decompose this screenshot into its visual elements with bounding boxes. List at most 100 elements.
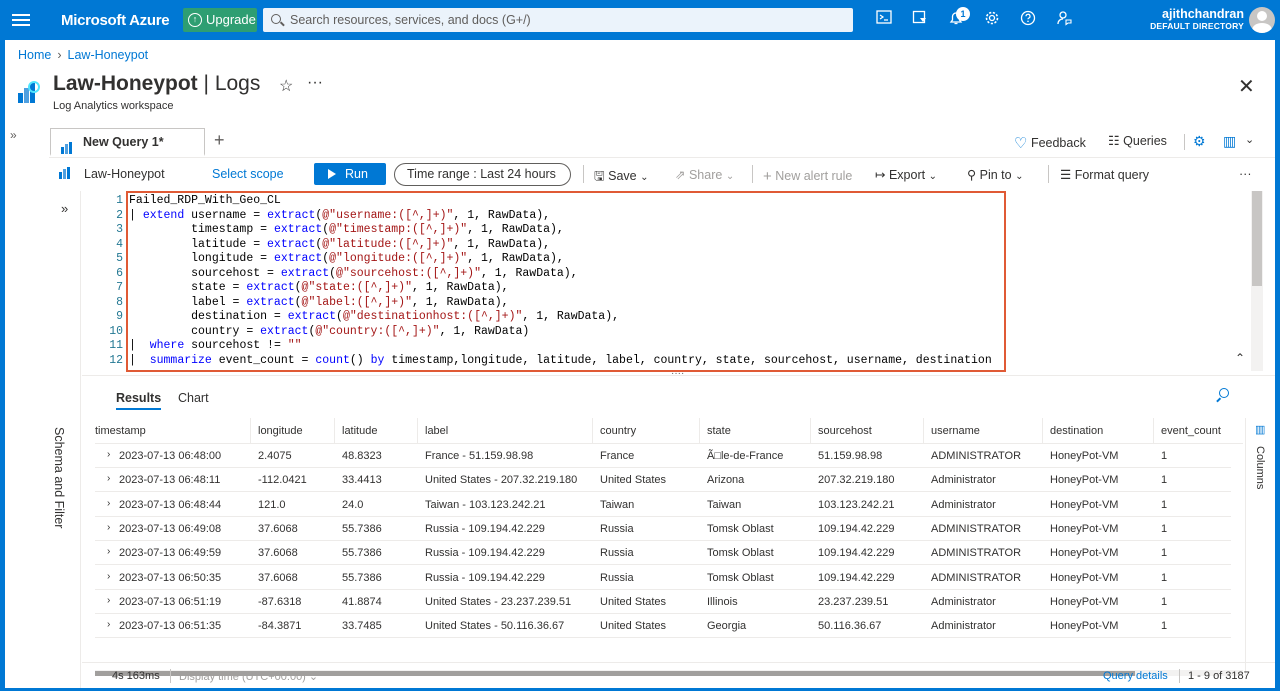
global-search-input[interactable]: Search resources, services, and docs (G+…: [263, 8, 853, 32]
column-header-latitude[interactable]: latitude: [342, 425, 377, 437]
workspace-scope: Law-Honeypot: [84, 167, 165, 181]
row-expand-icon[interactable]: ›: [107, 595, 110, 606]
code-line: label = extract(@"label:([^,]+)", 1, Raw…: [129, 295, 509, 309]
tab-new-query-label: New Query 1*: [83, 135, 164, 149]
column-header-label[interactable]: label: [425, 425, 448, 437]
row-expand-icon[interactable]: ›: [107, 498, 110, 509]
cell-timestamp: 2023-07-13 06:48:44: [119, 498, 222, 511]
table-row[interactable]: › 2023-07-13 06:49:59 37.6068 55.7386 Russia…: [95, 541, 1231, 566]
results-search-icon[interactable]: [1216, 388, 1230, 403]
help-icon[interactable]: [1018, 10, 1038, 30]
select-scope-link[interactable]: Select scope: [212, 167, 284, 181]
upgrade-button[interactable]: ↑ Upgrade: [183, 8, 257, 32]
export-icon: ↦: [875, 168, 886, 182]
user-directory: DEFAULT DIRECTORY: [1150, 21, 1244, 31]
column-divider[interactable]: [699, 418, 700, 444]
table-row[interactable]: › 2023-07-13 06:51:35 -84.3871 33.7485 Unite…: [95, 614, 1231, 639]
settings-icon[interactable]: ⚙: [1193, 133, 1206, 150]
table-row[interactable]: › 2023-07-13 06:48:11 -112.0421 33.4413 Unit…: [95, 468, 1231, 493]
column-divider[interactable]: [1153, 418, 1154, 444]
table-row[interactable]: › 2023-07-13 06:51:19 -87.6318 41.8874 Unite…: [95, 590, 1231, 614]
column-divider[interactable]: [923, 418, 924, 444]
column-divider[interactable]: [1042, 418, 1043, 444]
cell-username: ADMINISTRATOR: [931, 522, 1022, 535]
column-header-destination[interactable]: destination: [1050, 425, 1103, 437]
table-row[interactable]: › 2023-07-13 06:48:00 2.4075 48.8323 France …: [95, 444, 1231, 468]
cell-latitude: 55.7386: [342, 571, 382, 584]
expand-schema-icon[interactable]: »: [61, 201, 68, 216]
notification-count-badge: 1: [956, 7, 970, 21]
schema-filter-label[interactable]: Schema and Filter: [52, 427, 66, 577]
save-button[interactable]: 🖫 Save ⌄: [594, 167, 649, 188]
row-expand-icon[interactable]: ›: [107, 473, 110, 484]
results-grid: timestamp longitude latitude label country st…: [95, 418, 1243, 676]
row-expand-icon[interactable]: ›: [107, 449, 110, 460]
breadcrumb-home[interactable]: Home: [18, 48, 51, 62]
more-options-icon[interactable]: ···: [307, 74, 323, 92]
column-header-state[interactable]: state: [707, 425, 731, 437]
row-expand-icon[interactable]: ›: [107, 522, 110, 533]
display-time-dropdown[interactable]: Display time (UTC+00:00) ⌄: [179, 670, 318, 683]
column-header-longitude[interactable]: longitude: [258, 425, 303, 437]
run-button[interactable]: Run: [314, 163, 386, 185]
time-range-picker[interactable]: Time range : Last 24 hours: [394, 163, 571, 186]
column-header-event-count[interactable]: event_count: [1161, 425, 1221, 437]
column-divider[interactable]: [334, 418, 335, 444]
column-header-country[interactable]: country: [600, 425, 636, 437]
pin-to-button[interactable]: ⚲ Pin to ⌄: [967, 167, 1023, 182]
schema-filter-panel: » Schema and Filter: [49, 191, 81, 688]
cell-timestamp: 2023-07-13 06:50:35: [119, 571, 222, 584]
table-row[interactable]: › 2023-07-13 06:48:44 121.0 24.0 Taiwan - 10…: [95, 493, 1231, 517]
table-row[interactable]: › 2023-07-13 06:50:35 37.6068 55.7386 Russia…: [95, 566, 1231, 590]
tab-chart[interactable]: Chart: [178, 391, 209, 405]
user-account[interactable]: ajithchandran DEFAULT DIRECTORY: [1150, 7, 1244, 31]
column-divider[interactable]: [250, 418, 251, 444]
tab-new-query[interactable]: New Query 1*: [50, 128, 205, 156]
plus-icon: +: [763, 168, 772, 185]
new-alert-rule-button[interactable]: + New alert rule: [763, 167, 852, 185]
close-icon[interactable]: ✕: [1238, 74, 1255, 99]
row-expand-icon[interactable]: ›: [107, 619, 110, 630]
export-button[interactable]: ↦ Export ⌄: [875, 167, 937, 182]
settings-icon[interactable]: [982, 10, 1002, 30]
chevron-down-icon[interactable]: ⌄: [1245, 133, 1254, 146]
query-editor[interactable]: 1 2 3 4 5 6 7 8 9 10 11 12 Failed_RDP_With_Geo_CL | …: [81, 191, 1263, 373]
cell-timestamp: 2023-07-13 06:49:08: [119, 522, 222, 535]
columns-panel[interactable]: ▥ Columns: [1245, 418, 1275, 676]
cell-latitude: 33.4413: [342, 474, 382, 487]
query-code[interactable]: Failed_RDP_With_Geo_CL | extend username …: [129, 194, 992, 368]
workspace-icon: [59, 166, 73, 182]
cloud-shell-icon[interactable]: [874, 10, 894, 30]
queries-button[interactable]: ☷ Queries: [1108, 133, 1167, 149]
column-header-username[interactable]: username: [931, 425, 980, 437]
book-icon[interactable]: ▥: [1223, 133, 1236, 150]
feedback-icon[interactable]: [1054, 10, 1074, 30]
feedback-button[interactable]: ♡ Feedback: [1014, 133, 1086, 152]
user-name: ajithchandran: [1162, 7, 1244, 21]
code-line: | extend username = extract(@"username:(…: [129, 208, 551, 222]
favorite-star-icon[interactable]: ☆: [279, 76, 293, 96]
column-header-sourcehost[interactable]: sourcehost: [818, 425, 872, 437]
query-details-link[interactable]: Query details: [1103, 670, 1168, 682]
directory-filter-icon[interactable]: [910, 10, 930, 30]
column-divider[interactable]: [417, 418, 418, 444]
tab-results[interactable]: Results: [116, 391, 162, 410]
upgrade-label: Upgrade: [206, 12, 256, 27]
hamburger-menu-icon[interactable]: [12, 11, 30, 29]
editor-scrollbar[interactable]: [1251, 191, 1263, 371]
collapse-editor-icon[interactable]: ⌃: [1235, 351, 1245, 365]
share-button[interactable]: ⇗ Share ⌄: [675, 167, 734, 182]
table-row[interactable]: › 2023-07-13 06:49:08 37.6068 55.7386 Russia…: [95, 517, 1231, 541]
breadcrumb-current[interactable]: Law-Honeypot: [68, 48, 149, 62]
row-expand-icon[interactable]: ›: [107, 546, 110, 557]
column-header-timestamp[interactable]: timestamp: [95, 425, 146, 437]
format-query-button[interactable]: ☰ Format query: [1060, 167, 1149, 182]
expand-nav-icon[interactable]: »: [10, 128, 17, 142]
more-options-icon[interactable]: ···: [1239, 167, 1252, 181]
brand-name[interactable]: Microsoft Azure: [61, 12, 170, 29]
column-divider[interactable]: [810, 418, 811, 444]
add-tab-icon[interactable]: +: [214, 130, 225, 151]
column-divider[interactable]: [592, 418, 593, 444]
row-expand-icon[interactable]: ›: [107, 571, 110, 582]
avatar[interactable]: [1249, 7, 1275, 33]
